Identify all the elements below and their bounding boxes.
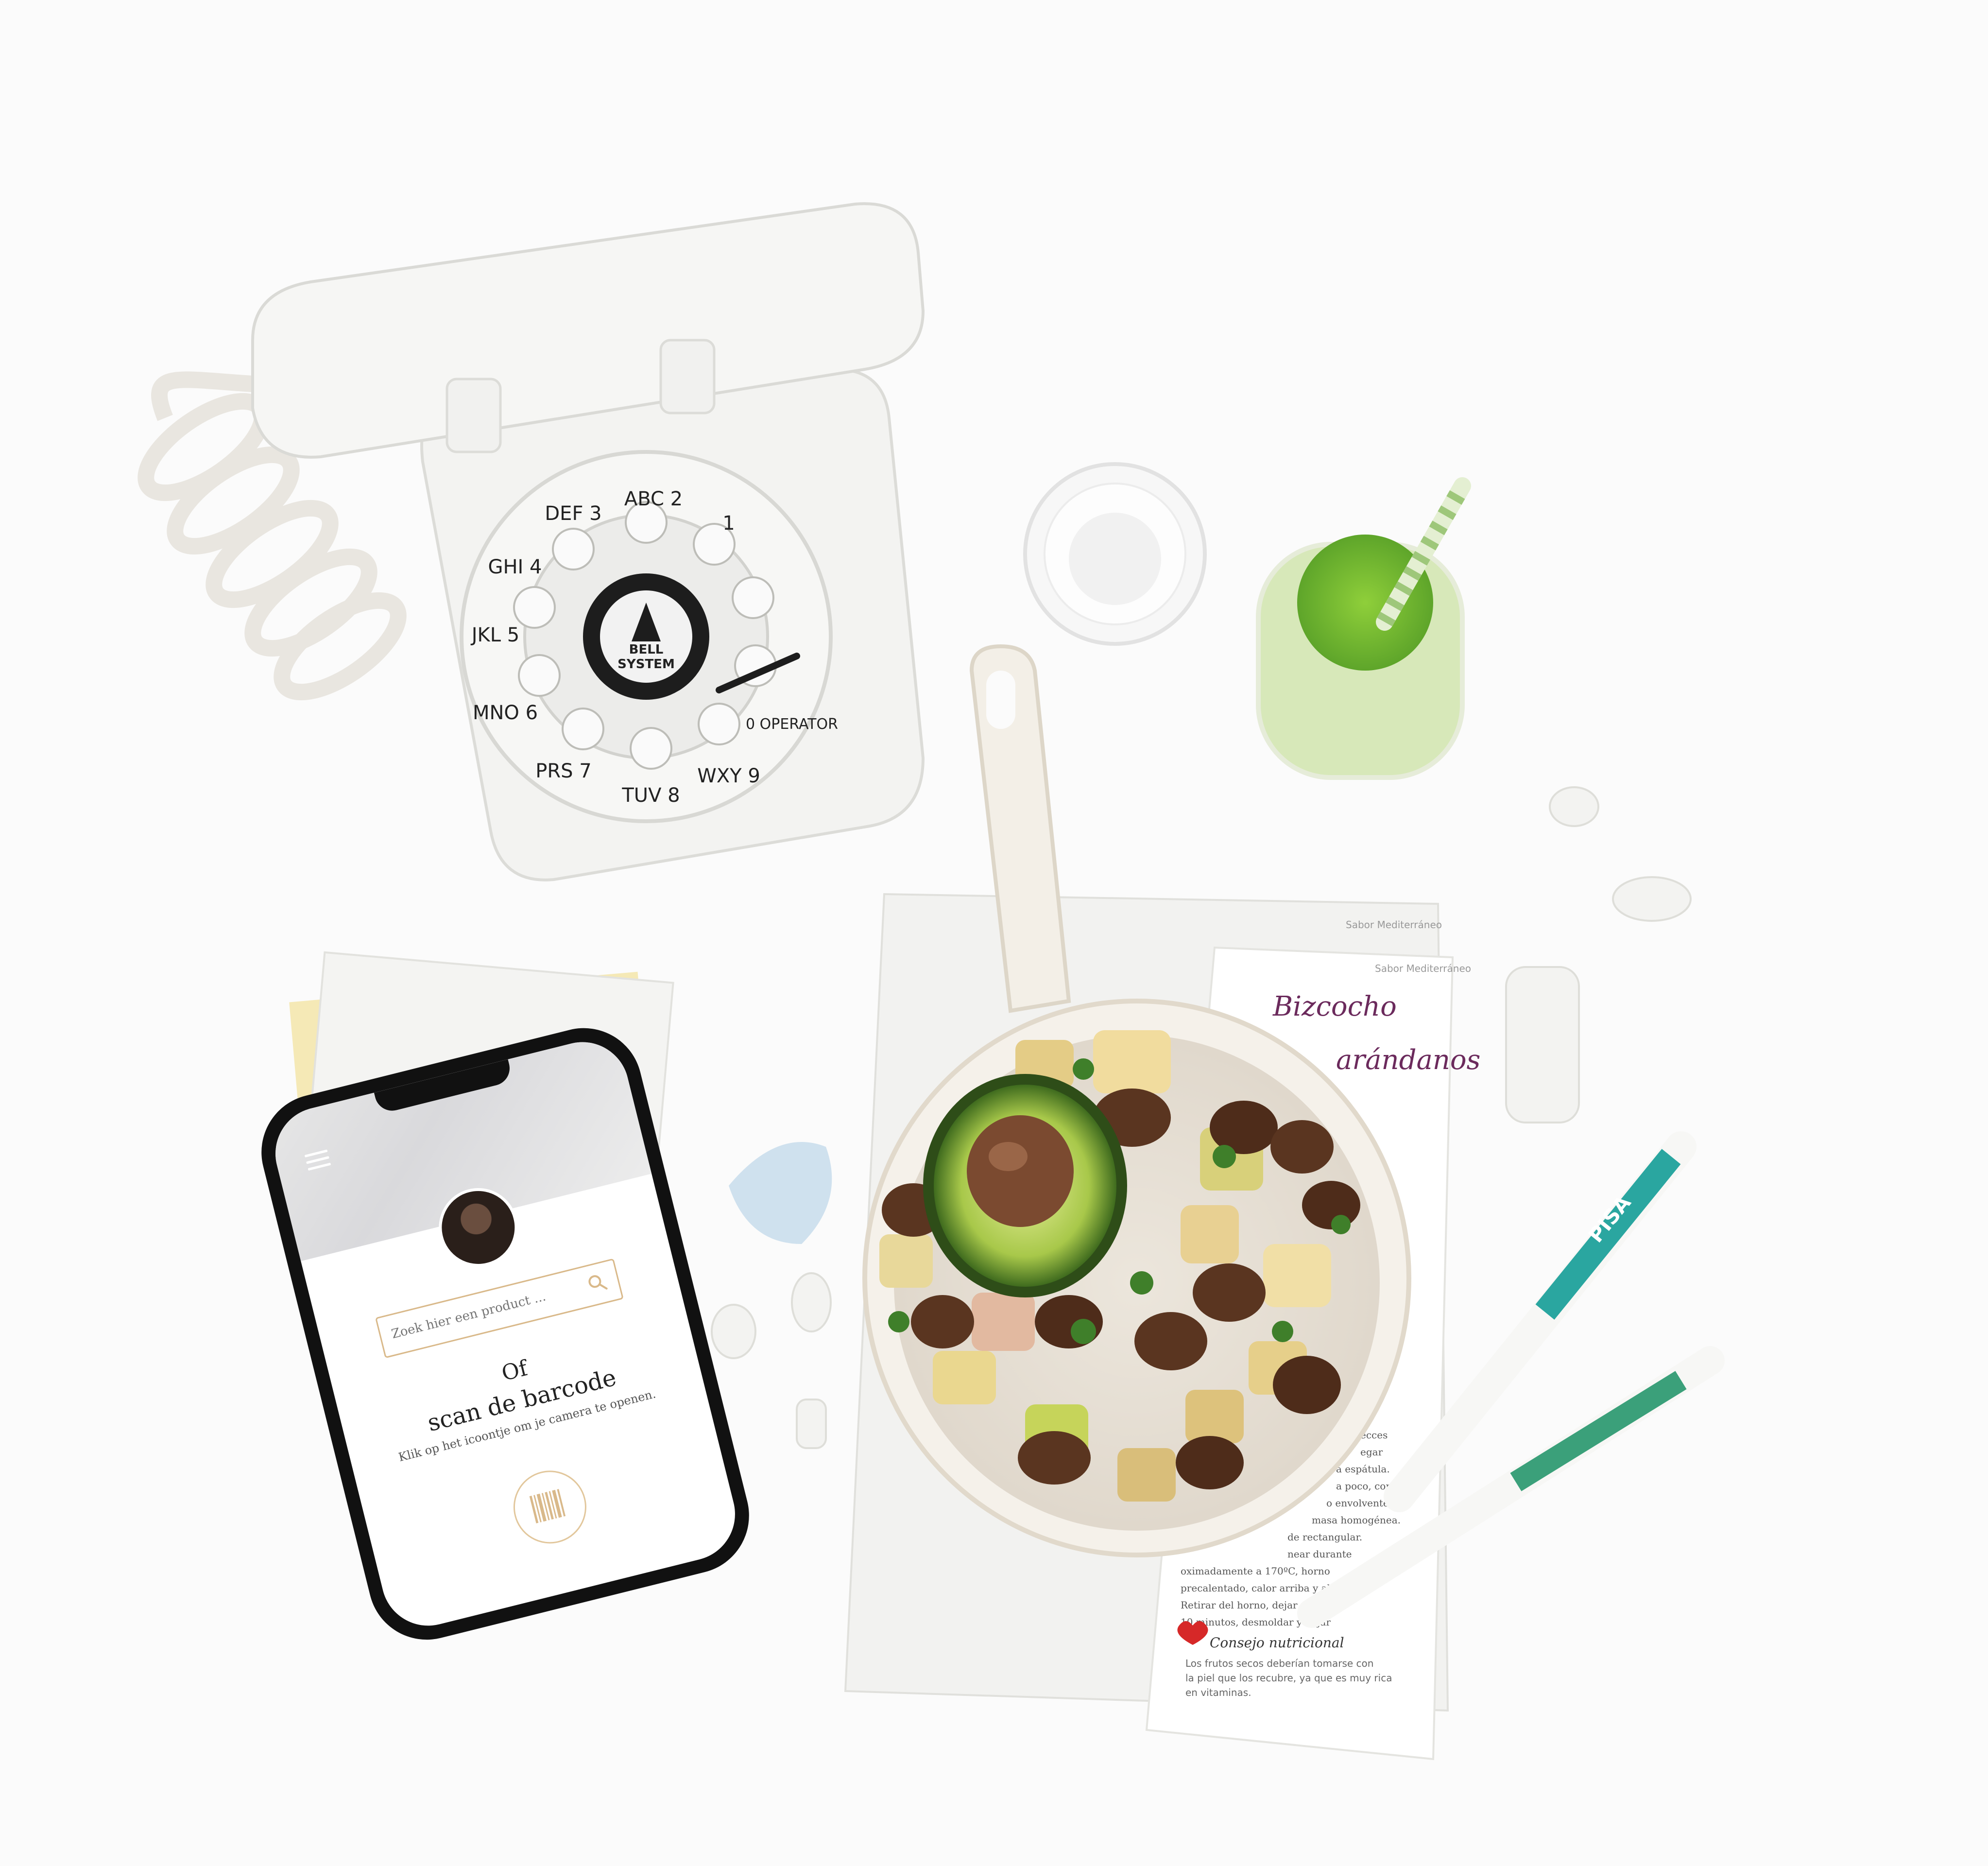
magazine-tip-line: Los frutos secos deberían tomarse con [1185,1658,1373,1669]
blue-figurine [729,1142,832,1244]
dial-label-0: 0 OPERATOR [746,716,838,733]
dial-label-6: MNO 6 [473,702,538,724]
barcode-icon [529,1489,566,1523]
magazine-body-line: o envolvente. [1326,1497,1392,1509]
magazine-body-line: near durante [1287,1548,1352,1560]
magazine-header-top: Sabor Mediterráneo [1346,919,1442,931]
salt-bowl [1023,462,1207,646]
magazine-tip-line: en vitaminas. [1185,1687,1251,1698]
dial-label-3: DEF 3 [545,502,601,525]
dial-label-8: TUV 8 [621,784,680,807]
magazine-header-mid: Sabor Mediterráneo [1375,963,1471,974]
rotary-telephone: 1 ABC 2 DEF 3 GHI 4 JKL 5 MNO 6 PRS 7 TU… [137,202,925,881]
dial-label-2: ABC 2 [624,488,683,510]
avocado-half [923,1074,1127,1297]
magazine-body-line: de rectangular. [1287,1531,1362,1543]
magazine-body-line: oximadamente a 170ºC, horno [1181,1565,1330,1577]
magazine-body-line: a poco, con [1336,1480,1392,1492]
search-icon[interactable] [585,1271,609,1295]
magazine-title-line2: arándanos [1336,1044,1480,1076]
dial-label-4: GHI 4 [488,556,542,578]
dial-label-7: PRS 7 [535,760,591,782]
bell-system-line1: BELL [629,642,664,657]
search-input[interactable] [388,1277,584,1345]
dial-label-1: 1 [722,512,735,535]
magazine-title-line1: Bizcocho [1272,991,1397,1022]
bell-system-line2: SYSTEM [617,657,675,672]
dial-label-9: WXY 9 [697,765,760,787]
magazine-body-line: masa homogénea. [1312,1514,1401,1526]
frying-pan [862,644,1411,1557]
magazine-body-line: a espátula. [1336,1463,1390,1475]
magazine-tip-title: Consejo nutricional [1210,1635,1344,1651]
dial-label-5: JKL 5 [470,624,519,646]
smoothie-jar [1256,477,1471,780]
barcode-scan-button[interactable] [506,1463,594,1552]
magazine-body-line: egar [1360,1446,1383,1458]
magazine-tip-line: la piel que los recubre, ya que es muy r… [1185,1672,1392,1684]
photo-scene: 1 ABC 2 DEF 3 GHI 4 JKL 5 MNO 6 PRS 7 TU… [137,202,1725,1761]
